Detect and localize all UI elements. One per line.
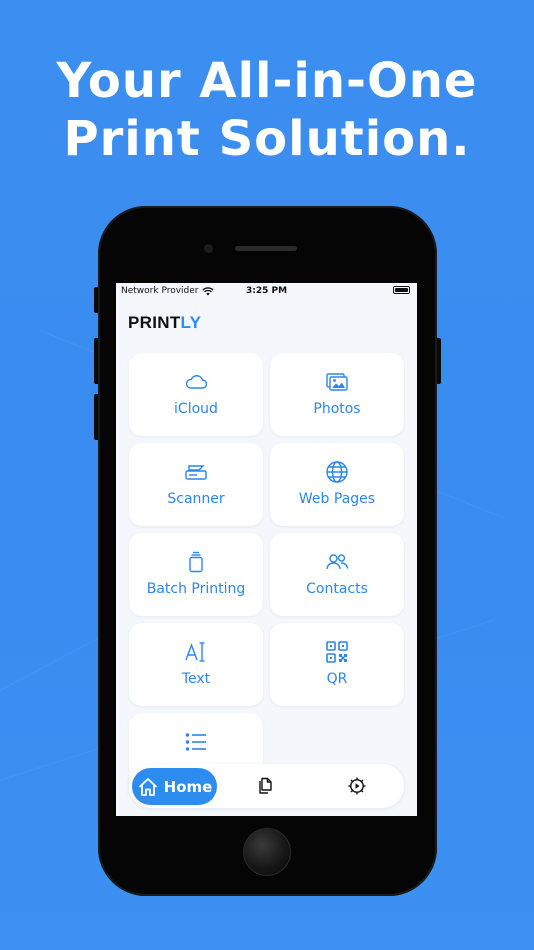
- tile-contacts[interactable]: Contacts: [270, 533, 404, 616]
- status-bar: Network Provider 3:25 PM: [116, 283, 417, 299]
- earpiece-speaker: [235, 246, 297, 251]
- tile-batch-printing[interactable]: Batch Printing: [129, 533, 263, 616]
- settings-icon[interactable]: [347, 776, 367, 796]
- tile-label: Photos: [313, 401, 361, 417]
- tile-label: Batch Printing: [146, 581, 246, 597]
- tile-label: Contacts: [306, 581, 368, 597]
- app-screen: Network Provider 3:25 PM PRINT LY iCloud …: [116, 283, 417, 816]
- tile-label: Scanner: [167, 491, 225, 507]
- front-camera: [204, 244, 213, 253]
- tile-icloud[interactable]: iCloud: [129, 353, 263, 436]
- batch-icon: [189, 551, 203, 573]
- photos-icon: [326, 373, 348, 391]
- tile-photos[interactable]: Photos: [270, 353, 404, 436]
- tile-label: Text: [181, 671, 211, 687]
- list-icon: [185, 733, 206, 751]
- headline-line-1: Your All-in-One: [56, 53, 478, 109]
- tab-home[interactable]: Home: [132, 768, 217, 805]
- cloud-icon: [185, 375, 208, 389]
- app-logo: PRINT LY: [128, 313, 202, 332]
- tile-web-pages[interactable]: Web Pages: [270, 443, 404, 526]
- scanner-icon: [185, 465, 207, 480]
- contacts-icon: [326, 554, 349, 570]
- home-icon: [138, 777, 157, 796]
- tab-home-label: Home: [163, 777, 213, 796]
- battery-icon: [393, 286, 410, 294]
- tile-label: QR: [326, 671, 348, 687]
- marketing-headline: Your All-in-One Print Solution.: [0, 52, 534, 168]
- tile-label: iCloud: [174, 401, 218, 417]
- status-time: 3:25 PM: [245, 286, 288, 296]
- tile-scanner[interactable]: Scanner: [129, 443, 263, 526]
- qr-icon: [326, 641, 348, 663]
- tile-label: Web Pages: [298, 491, 376, 507]
- headline-line-2: Print Solution.: [63, 111, 471, 167]
- bottom-tab-bar: Home: [129, 764, 404, 808]
- documents-icon[interactable]: [256, 776, 276, 796]
- tile-qr[interactable]: QR: [270, 623, 404, 706]
- phone-home-button: [243, 828, 291, 876]
- text-icon: [185, 642, 205, 662]
- globe-icon: [326, 461, 348, 483]
- tile-text[interactable]: Text: [129, 623, 263, 706]
